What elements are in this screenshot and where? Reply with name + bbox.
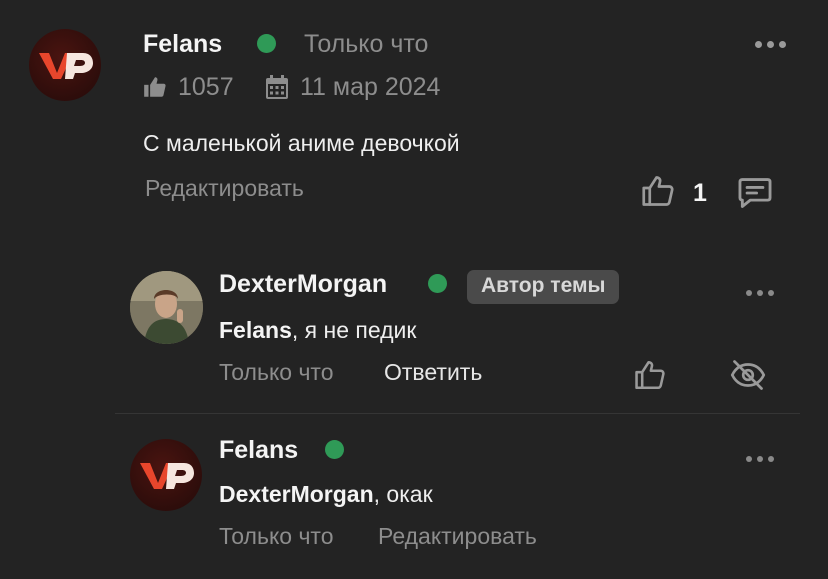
avatar[interactable] bbox=[29, 29, 101, 101]
mention-link[interactable]: Felans bbox=[219, 317, 292, 343]
edit-link[interactable]: Редактировать bbox=[378, 521, 537, 551]
online-indicator bbox=[428, 274, 447, 293]
reply-body: , я не педик bbox=[291, 317, 417, 343]
avatar[interactable] bbox=[130, 439, 202, 511]
online-indicator bbox=[257, 34, 276, 53]
reply-link[interactable]: Ответить bbox=[384, 357, 482, 387]
hide-button[interactable] bbox=[729, 357, 767, 393]
thumbs-up-icon bbox=[142, 74, 168, 100]
timestamp: Только что bbox=[304, 30, 429, 58]
divider bbox=[115, 413, 800, 414]
mention-link[interactable]: DexterMorgan bbox=[219, 481, 374, 507]
timestamp: Только что bbox=[219, 523, 334, 549]
like-button[interactable] bbox=[640, 172, 676, 210]
more-options-button[interactable] bbox=[746, 290, 774, 296]
vp-logo-icon bbox=[39, 53, 93, 79]
reply-text: Felans, я не педик bbox=[219, 314, 416, 346]
reply-body: , окак bbox=[373, 481, 433, 507]
more-options-button[interactable] bbox=[746, 456, 774, 462]
comment-text: С маленькой аниме девочкой bbox=[143, 130, 460, 156]
reply-comment-button[interactable] bbox=[736, 174, 774, 212]
reply-text: DexterMorgan, окак bbox=[219, 478, 433, 510]
author-name[interactable]: DexterMorgan bbox=[219, 268, 387, 300]
avatar[interactable] bbox=[130, 271, 203, 344]
topic-author-badge: Автор темы bbox=[467, 270, 620, 304]
user-photo bbox=[130, 271, 203, 344]
like-button[interactable] bbox=[633, 357, 667, 393]
calendar-icon bbox=[265, 74, 289, 100]
thumbs-up-outline-icon bbox=[635, 360, 665, 390]
more-options-button[interactable] bbox=[755, 41, 786, 48]
vp-logo-icon bbox=[140, 463, 194, 489]
edit-link[interactable]: Редактировать bbox=[145, 173, 304, 203]
author-name[interactable]: Felans bbox=[219, 434, 298, 466]
comment-icon bbox=[738, 178, 772, 208]
online-indicator bbox=[325, 440, 344, 459]
likes-count: 1057 bbox=[178, 73, 234, 101]
post-date: 11 мар 2024 bbox=[300, 73, 441, 101]
timestamp: Только что bbox=[219, 359, 334, 385]
author-name[interactable]: Felans bbox=[143, 28, 222, 60]
like-count: 1 bbox=[693, 179, 707, 207]
thumbs-up-outline-icon bbox=[642, 176, 674, 206]
eye-off-icon bbox=[730, 360, 766, 390]
